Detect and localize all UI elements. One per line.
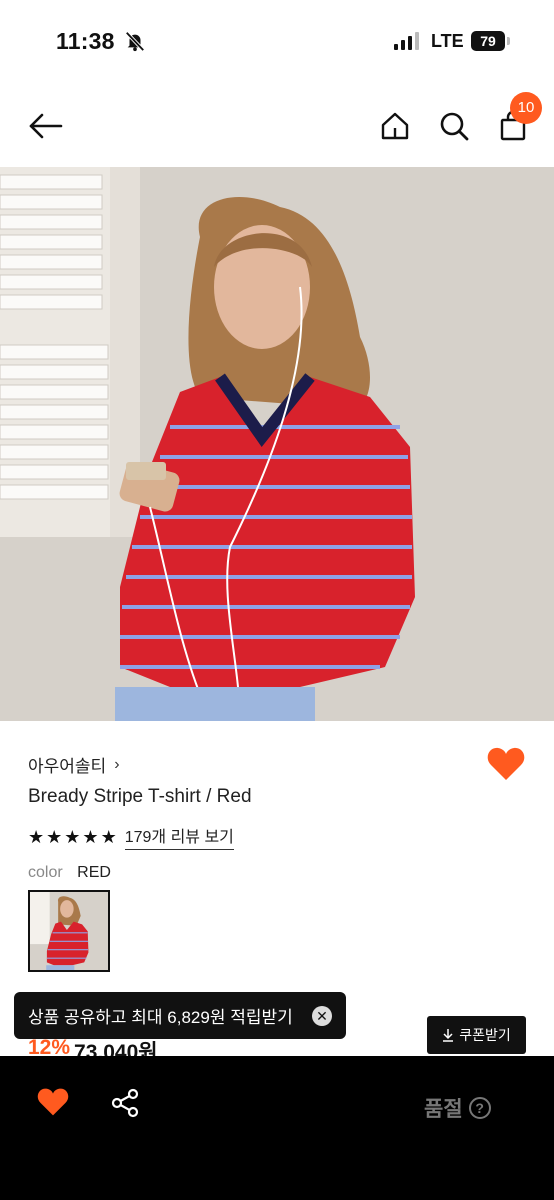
bottom-action-bar: 품절 ? [0, 1056, 554, 1200]
star-icon: ★ [100, 826, 117, 847]
share-reward-toast: 상품 공유하고 최대 6,829원 적립받기 ✕ [14, 992, 346, 1039]
brand-link[interactable]: 아우어솔티 › [28, 752, 120, 777]
search-icon [440, 112, 469, 141]
top-nav [0, 90, 554, 160]
cart-count-badge: 10 [510, 92, 542, 124]
close-icon[interactable]: ✕ [312, 1005, 332, 1026]
soldout-status: 품절 ? [424, 1093, 491, 1123]
star-icon: ★ [82, 826, 99, 847]
share-icon [111, 1088, 139, 1118]
chevron-right-icon: › [114, 755, 120, 773]
star-icon: ★ [28, 826, 45, 847]
coupon-button[interactable]: 쿠폰받기 [427, 1016, 526, 1054]
color-value: RED [77, 864, 111, 881]
color-option-thumbnail[interactable] [28, 890, 110, 972]
wishlist-button[interactable] [486, 746, 526, 786]
search-button[interactable] [434, 106, 474, 146]
signal-icon [394, 32, 419, 50]
rating-row: ★ ★ ★ ★ ★ 179개 리뷰 보기 [28, 823, 234, 850]
heart-icon [37, 1088, 69, 1116]
star-icon: ★ [64, 826, 81, 847]
rating-stars: ★ ★ ★ ★ ★ [28, 827, 117, 847]
bell-slash-icon [125, 31, 145, 52]
bottom-wishlist-button[interactable] [36, 1087, 72, 1121]
status-time: 11:38 [56, 28, 115, 54]
network-type: LTE [431, 31, 464, 51]
home-icon [381, 112, 409, 140]
star-icon: ★ [46, 826, 63, 847]
product-image[interactable] [0, 167, 554, 721]
color-label: color [28, 864, 63, 881]
download-icon [443, 1029, 454, 1042]
back-button[interactable] [26, 106, 66, 146]
toast-message: 상품 공유하고 최대 6,829원 적립받기 [28, 1008, 293, 1027]
battery-indicator: 79 [471, 31, 505, 51]
product-photo [0, 167, 554, 721]
home-button[interactable] [375, 106, 415, 146]
heart-icon [487, 747, 525, 780]
review-link[interactable]: 179개 리뷰 보기 [124, 823, 234, 850]
battery-nub [507, 37, 510, 45]
share-button[interactable] [110, 1088, 142, 1120]
soldout-label: 품절 [424, 1098, 463, 1121]
help-icon[interactable]: ? [468, 1097, 491, 1119]
thumbnail-photo [30, 892, 108, 970]
back-arrow-icon [29, 113, 63, 139]
product-name: Bready Stripe T-shirt / Red [28, 786, 252, 807]
status-bar: 11:38 LTE 79 [0, 0, 554, 80]
color-row: color RED [28, 864, 111, 882]
coupon-label: 쿠폰받기 [459, 1027, 511, 1043]
brand-name: 아우어솔티 [28, 757, 107, 776]
